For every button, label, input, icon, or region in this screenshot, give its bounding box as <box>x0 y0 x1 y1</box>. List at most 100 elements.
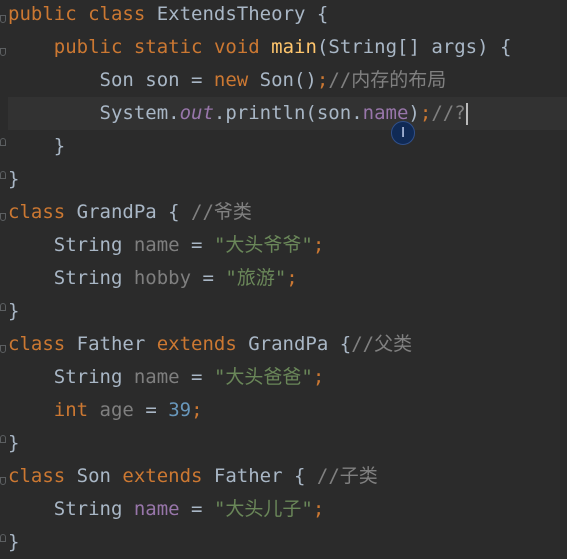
code-token: = <box>179 498 214 520</box>
code-token: //? <box>431 102 466 124</box>
code-token: class <box>8 465 66 487</box>
code-line[interactable]: String hobby = "旅游"; <box>8 262 567 295</box>
code-token: //爷类 <box>191 201 252 223</box>
fold-marker-icon[interactable] <box>0 477 6 485</box>
code-token: //父类 <box>351 333 413 355</box>
fold-marker-icon[interactable] <box>0 345 6 353</box>
code-token: //子类 <box>316 465 378 487</box>
fold-marker-icon[interactable] <box>0 303 6 311</box>
code-token: class <box>88 3 146 25</box>
code-token: Son <box>65 465 123 487</box>
code-token: "大头爸爸" <box>213 366 313 388</box>
code-token: age <box>99 399 134 421</box>
code-token: "旅游" <box>225 267 287 289</box>
code-token: ; <box>191 399 203 421</box>
code-token: out <box>179 102 214 124</box>
code-line[interactable]: int age = 39; <box>8 394 567 427</box>
code-token: class <box>8 333 66 355</box>
fold-marker-icon[interactable] <box>0 15 6 23</box>
code-token: String <box>8 234 134 256</box>
code-token: ; <box>419 102 432 124</box>
code-token: Father { <box>202 465 317 487</box>
code-token: = <box>179 234 214 256</box>
code-token: = <box>191 267 226 289</box>
code-line[interactable]: public class ExtendsTheory { <box>8 0 567 31</box>
code-token: int <box>53 399 89 421</box>
code-token: "大头爷爷" <box>213 234 313 256</box>
fold-gutter <box>0 0 8 555</box>
code-token: } <box>8 168 20 190</box>
code-token: Father <box>65 333 157 355</box>
code-token: ; <box>312 366 325 388</box>
fold-marker-icon[interactable] <box>0 48 6 56</box>
code-token: "大头儿子" <box>213 498 313 520</box>
code-token: static <box>133 36 203 58</box>
code-token: extends <box>122 465 203 487</box>
code-token: Son() <box>248 69 317 91</box>
code-token: name <box>133 234 180 256</box>
code-line[interactable]: } <box>8 427 567 460</box>
code-token: ; <box>312 234 325 256</box>
code-token: ExtendsTheory { <box>145 3 329 25</box>
code-token: hobby <box>133 267 192 289</box>
fold-marker-icon[interactable] <box>0 138 6 146</box>
code-token: String <box>8 498 134 520</box>
code-token: = <box>179 366 214 388</box>
code-token: GrandPa { <box>65 201 192 223</box>
code-token: ) <box>408 102 420 124</box>
code-token: Son son = <box>8 69 214 91</box>
code-token: //内存的布局 <box>328 69 447 91</box>
code-token: } <box>8 300 20 322</box>
code-line[interactable]: System.out.println(son.name);//? <box>8 97 567 130</box>
code-token: name <box>133 498 180 520</box>
code-token: = <box>133 399 169 421</box>
code-line[interactable]: String name = "大头爸爸"; <box>8 361 567 394</box>
code-editor[interactable]: public class ExtendsTheory { public stat… <box>0 0 567 555</box>
code-token: } <box>8 135 66 157</box>
code-line[interactable]: class GrandPa { //爷类 <box>8 196 567 229</box>
fold-marker-icon[interactable] <box>0 534 6 542</box>
fold-marker-icon[interactable] <box>0 171 6 179</box>
code-line[interactable]: class Father extends GrandPa {//父类 <box>8 328 567 361</box>
code-token: } <box>8 531 20 553</box>
mouse-text-cursor-icon: I <box>391 121 415 145</box>
code-line[interactable]: String name = "大头儿子"; <box>8 493 567 526</box>
code-token: GrandPa { <box>236 333 352 355</box>
text-caret <box>465 102 468 125</box>
code-line[interactable]: class Son extends Father { //子类 <box>8 460 567 493</box>
code-token: String <box>8 366 134 388</box>
code-token: ; <box>312 498 325 520</box>
code-token: class <box>8 201 66 223</box>
code-token: String <box>8 267 134 289</box>
code-line[interactable]: String name = "大头爷爷"; <box>8 229 567 262</box>
code-line[interactable]: public static void main(String[] args) { <box>8 31 567 64</box>
code-line[interactable]: } <box>8 130 567 163</box>
code-token: void <box>213 36 260 58</box>
code-line[interactable]: Son son = new Son();//内存的布局 <box>8 64 567 97</box>
code-token: ; <box>316 69 329 91</box>
code-token: (String[] args) { <box>316 36 512 58</box>
code-line[interactable]: } <box>8 526 567 559</box>
fold-marker-icon[interactable] <box>0 213 6 221</box>
code-token: 39 <box>168 399 192 421</box>
code-line[interactable]: } <box>8 295 567 328</box>
code-token: System. <box>8 102 180 124</box>
code-token: ; <box>286 267 298 289</box>
code-token: public <box>8 3 77 25</box>
code-token: new <box>213 69 249 91</box>
code-token: main <box>271 36 317 58</box>
code-token: name <box>133 366 180 388</box>
code-token: extends <box>156 333 237 355</box>
code-token: .println(son. <box>213 102 363 124</box>
fold-marker-icon[interactable] <box>0 435 6 443</box>
code-token: public <box>53 36 123 58</box>
code-line[interactable]: } <box>8 163 567 196</box>
code-token: } <box>8 432 20 454</box>
